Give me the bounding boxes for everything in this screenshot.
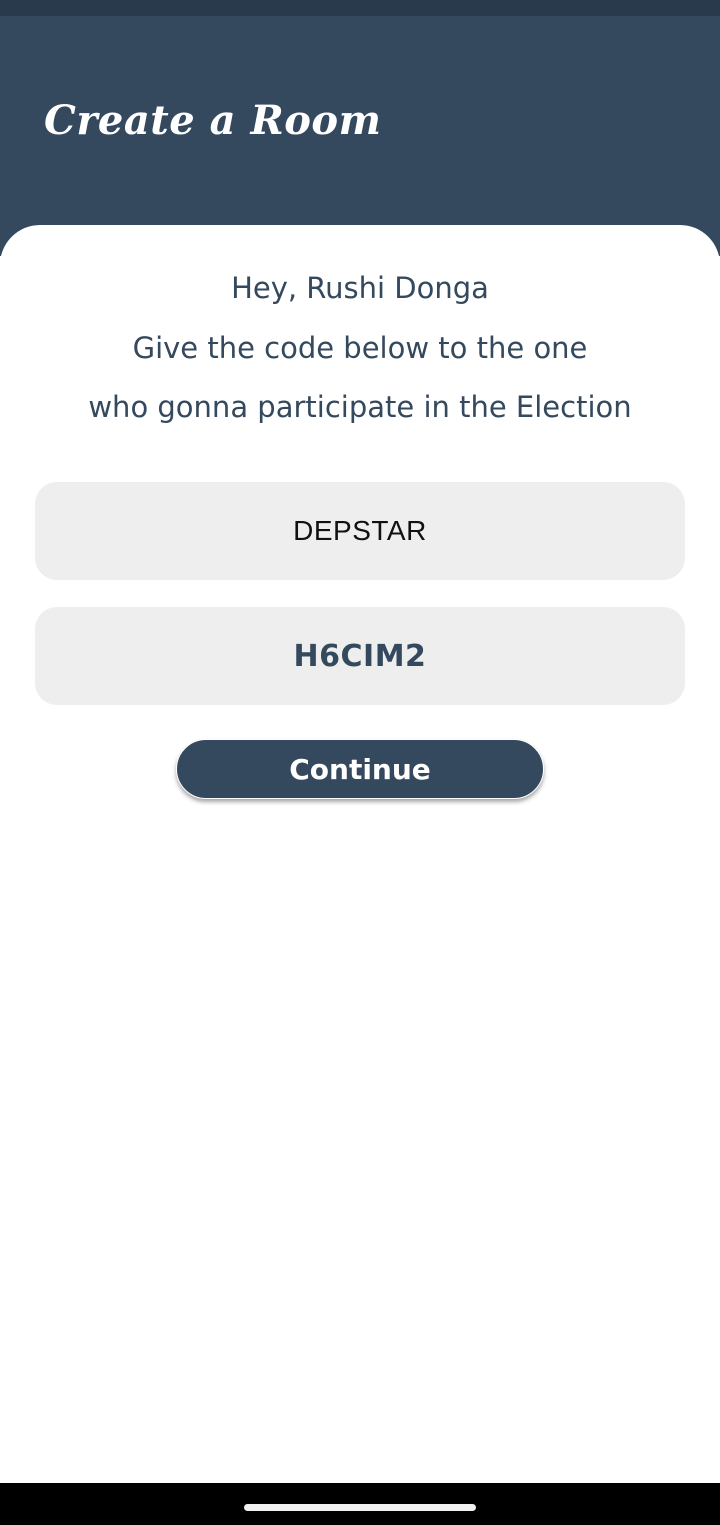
room-name-value: DEPSTAR xyxy=(293,515,427,546)
room-name-box: DEPSTAR xyxy=(35,482,685,580)
navigation-bar xyxy=(0,1483,720,1525)
continue-button[interactable]: Continue xyxy=(176,739,544,799)
status-bar xyxy=(0,0,720,16)
room-code-value: H6CIM2 xyxy=(293,638,427,674)
app-header: Create a Room xyxy=(0,16,720,256)
home-indicator[interactable] xyxy=(244,1504,476,1511)
instruction-text-line-1: Give the code below to the one xyxy=(132,331,588,365)
greeting-text: Hey, Rushi Donga xyxy=(231,271,489,305)
room-code-box: H6CIM2 xyxy=(35,607,685,705)
instruction-text-line-2: who gonna participate in the Election xyxy=(88,390,632,424)
page-title: Create a Room xyxy=(44,97,382,144)
